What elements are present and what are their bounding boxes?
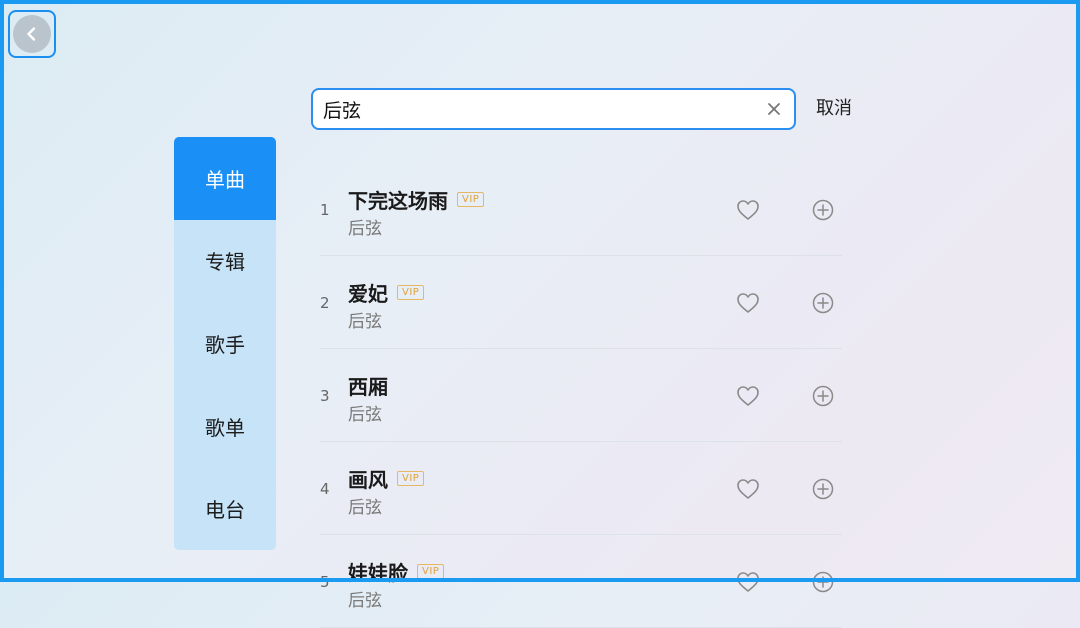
search-input[interactable]: [323, 96, 743, 122]
song-artist: 后弦: [348, 312, 382, 332]
plus-circle-icon[interactable]: [812, 385, 834, 407]
tab-playlists[interactable]: 歌单: [174, 385, 276, 468]
category-tabs: 单曲 专辑 歌手 歌单 电台: [174, 137, 276, 550]
song-index: 4: [320, 480, 330, 498]
song-artist: 后弦: [348, 591, 382, 611]
song-title-line: 画风 VIP: [348, 464, 425, 493]
heart-icon[interactable]: [736, 199, 760, 221]
song-title-line: 下完这场雨 VIP: [348, 185, 485, 214]
song-artist: 后弦: [348, 405, 382, 425]
close-icon[interactable]: [766, 101, 782, 117]
song-list: 1 下完这场雨 VIP 后弦 2 爱妃 VIP 后弦 3 西厢 后弦 4 画风 …: [320, 163, 842, 628]
tab-artists[interactable]: 歌手: [174, 302, 276, 385]
heart-icon[interactable]: [736, 385, 760, 407]
vip-badge: VIP: [457, 192, 485, 207]
song-row[interactable]: 3 西厢 后弦: [320, 349, 842, 442]
vip-badge: VIP: [397, 471, 425, 486]
heart-icon[interactable]: [736, 478, 760, 500]
plus-circle-icon[interactable]: [812, 478, 834, 500]
song-index: 5: [320, 573, 330, 591]
search-box[interactable]: [311, 88, 796, 130]
vip-badge: VIP: [417, 564, 445, 579]
chevron-left-icon: [27, 27, 36, 41]
tab-singles[interactable]: 单曲: [174, 137, 276, 220]
heart-icon[interactable]: [736, 292, 760, 314]
song-title: 爱妃: [348, 282, 388, 306]
tab-radio[interactable]: 电台: [174, 467, 276, 550]
song-row[interactable]: 4 画风 VIP 后弦: [320, 442, 842, 535]
song-index: 1: [320, 201, 330, 219]
back-button[interactable]: [8, 10, 56, 58]
song-title: 西厢: [348, 375, 388, 399]
song-index: 2: [320, 294, 330, 312]
heart-icon[interactable]: [736, 571, 760, 593]
song-row[interactable]: 1 下完这场雨 VIP 后弦: [320, 163, 842, 256]
song-title-line: 爱妃 VIP: [348, 278, 425, 307]
plus-circle-icon[interactable]: [812, 292, 834, 314]
back-circle: [13, 15, 51, 53]
tab-albums[interactable]: 专辑: [174, 220, 276, 303]
song-title-line: 西厢: [348, 371, 388, 400]
song-index: 3: [320, 387, 330, 405]
cancel-button[interactable]: 取消: [816, 96, 852, 122]
vip-badge: VIP: [397, 285, 425, 300]
song-title: 下完这场雨: [348, 189, 448, 213]
song-artist: 后弦: [348, 219, 382, 239]
song-artist: 后弦: [348, 498, 382, 518]
song-title: 画风: [348, 468, 388, 492]
plus-circle-icon[interactable]: [812, 199, 834, 221]
plus-circle-icon[interactable]: [812, 571, 834, 593]
song-row[interactable]: 2 爱妃 VIP 后弦: [320, 256, 842, 349]
